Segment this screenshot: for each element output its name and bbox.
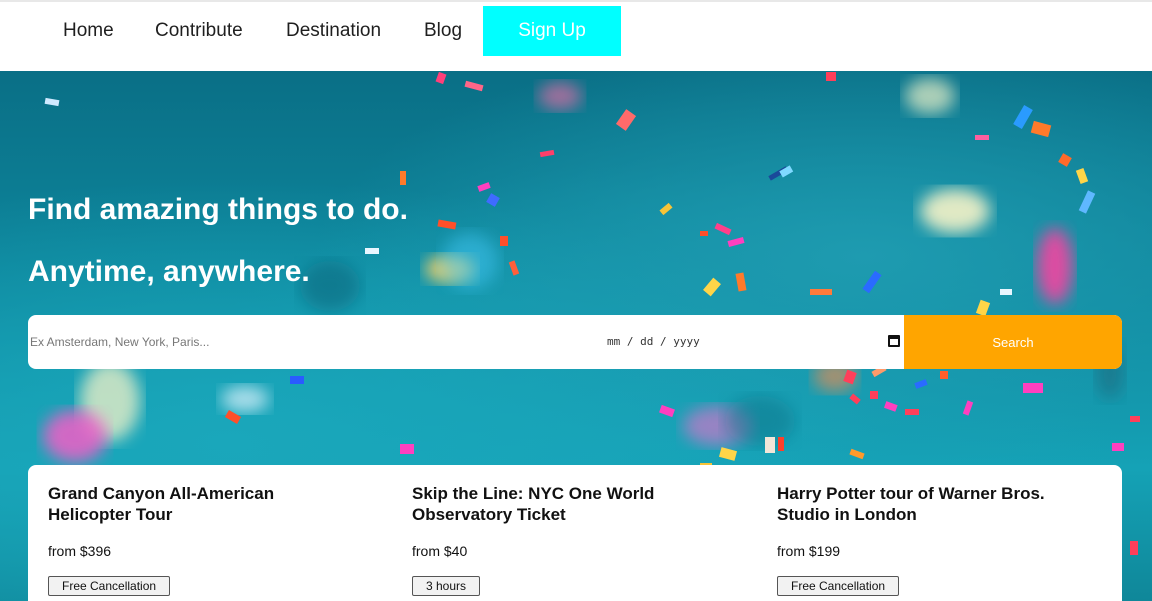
hero-headline-line2: Anytime, anywhere. [28,255,310,288]
tour-card[interactable]: Harry Potter tour of Warner Bros. Studio… [757,465,1077,601]
tour-card-tag: 3 hours [412,576,481,596]
tour-card-price: from $396 [48,543,112,559]
search-button[interactable]: Search [904,315,1122,369]
tour-card-tag: Free Cancellation [777,576,900,596]
top-navbar: Home Contribute Destination Blog Sign Up [0,0,1152,71]
tour-card-title[interactable]: Harry Potter tour of Warner Bros. Studio… [777,483,1067,525]
hero-banner: Find amazing things to do. Anytime, anyw… [0,71,1152,601]
tour-card-tag: Free Cancellation [48,576,171,596]
nav-home-link[interactable]: Home [63,20,114,42]
tour-card-title[interactable]: Grand Canyon All-American Helicopter Tou… [48,483,338,525]
nav-blog-link[interactable]: Blog [424,20,462,42]
signup-button[interactable]: Sign Up [483,6,621,56]
search-bar: mm / dd / yyyy Search [28,315,1122,369]
tour-card[interactable]: Grand Canyon All-American Helicopter Tou… [28,465,348,601]
tour-card[interactable]: Skip the Line: NYC One World Observatory… [392,465,712,601]
destination-search-input[interactable] [28,315,588,369]
nav-contribute-link[interactable]: Contribute [155,20,243,42]
tour-card-price: from $199 [777,543,841,559]
tour-card-price: from $40 [412,543,468,559]
tour-cards-panel: Grand Canyon All-American Helicopter Tou… [28,465,1122,601]
date-picker-field[interactable]: mm / dd / yyyy [588,315,904,369]
calendar-icon[interactable] [888,335,900,347]
hero-headline-line1: Find amazing things to do. [28,193,408,226]
tour-card-title[interactable]: Skip the Line: NYC One World Observatory… [412,483,702,525]
nav-destination-link[interactable]: Destination [286,20,381,42]
date-placeholder: mm / dd / yyyy [607,335,700,348]
